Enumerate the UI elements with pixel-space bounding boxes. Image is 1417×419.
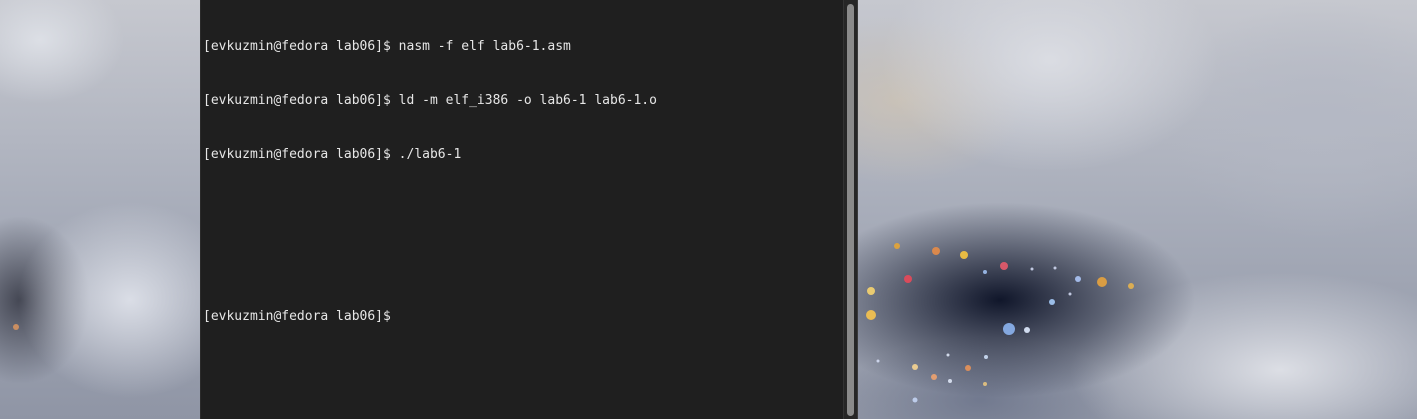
scrollbar-thumb[interactable] [847,4,854,416]
terminal-line: [evkuzmin@fedora lab06]$ nasm -f elf lab… [203,39,571,54]
terminal-line: [evkuzmin@fedora lab06]$ ./lab6-1 [203,147,462,162]
terminal-output[interactable]: [evkuzmin@fedora lab06]$ nasm -f elf lab… [203,2,841,419]
terminal-scrollbar[interactable] [843,0,857,419]
terminal-prompt-line[interactable]: [evkuzmin@fedora lab06]$ [203,308,841,326]
terminal-line: [evkuzmin@fedora lab06]$ ld -m elf_i386 … [203,93,657,108]
terminal-window[interactable]: [evkuzmin@fedora lab06]$ nasm -f elf lab… [200,0,858,419]
